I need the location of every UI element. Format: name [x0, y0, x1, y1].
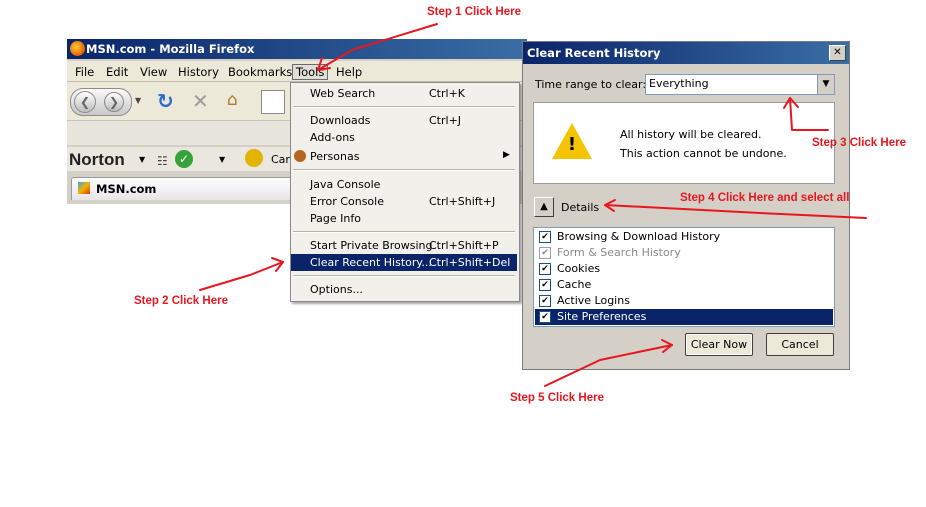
- annotation-step-3: Step 3 Click Here: [812, 137, 906, 149]
- arrow-step-1: [317, 23, 438, 71]
- annotation-step-1: Step 1 Click Here: [427, 6, 521, 18]
- annotation-step-4: Step 4 Click Here and select all: [680, 192, 850, 204]
- annotation-step-2: Step 2 Click Here: [134, 295, 228, 307]
- arrow-step-4: [604, 204, 867, 219]
- annotation-step-5: Step 5 Click Here: [510, 392, 604, 404]
- arrow-step-3: [789, 97, 829, 131]
- arrow-step-2: [199, 261, 284, 291]
- arrow-step-5: [544, 344, 673, 387]
- annotation-arrows: [199, 23, 867, 387]
